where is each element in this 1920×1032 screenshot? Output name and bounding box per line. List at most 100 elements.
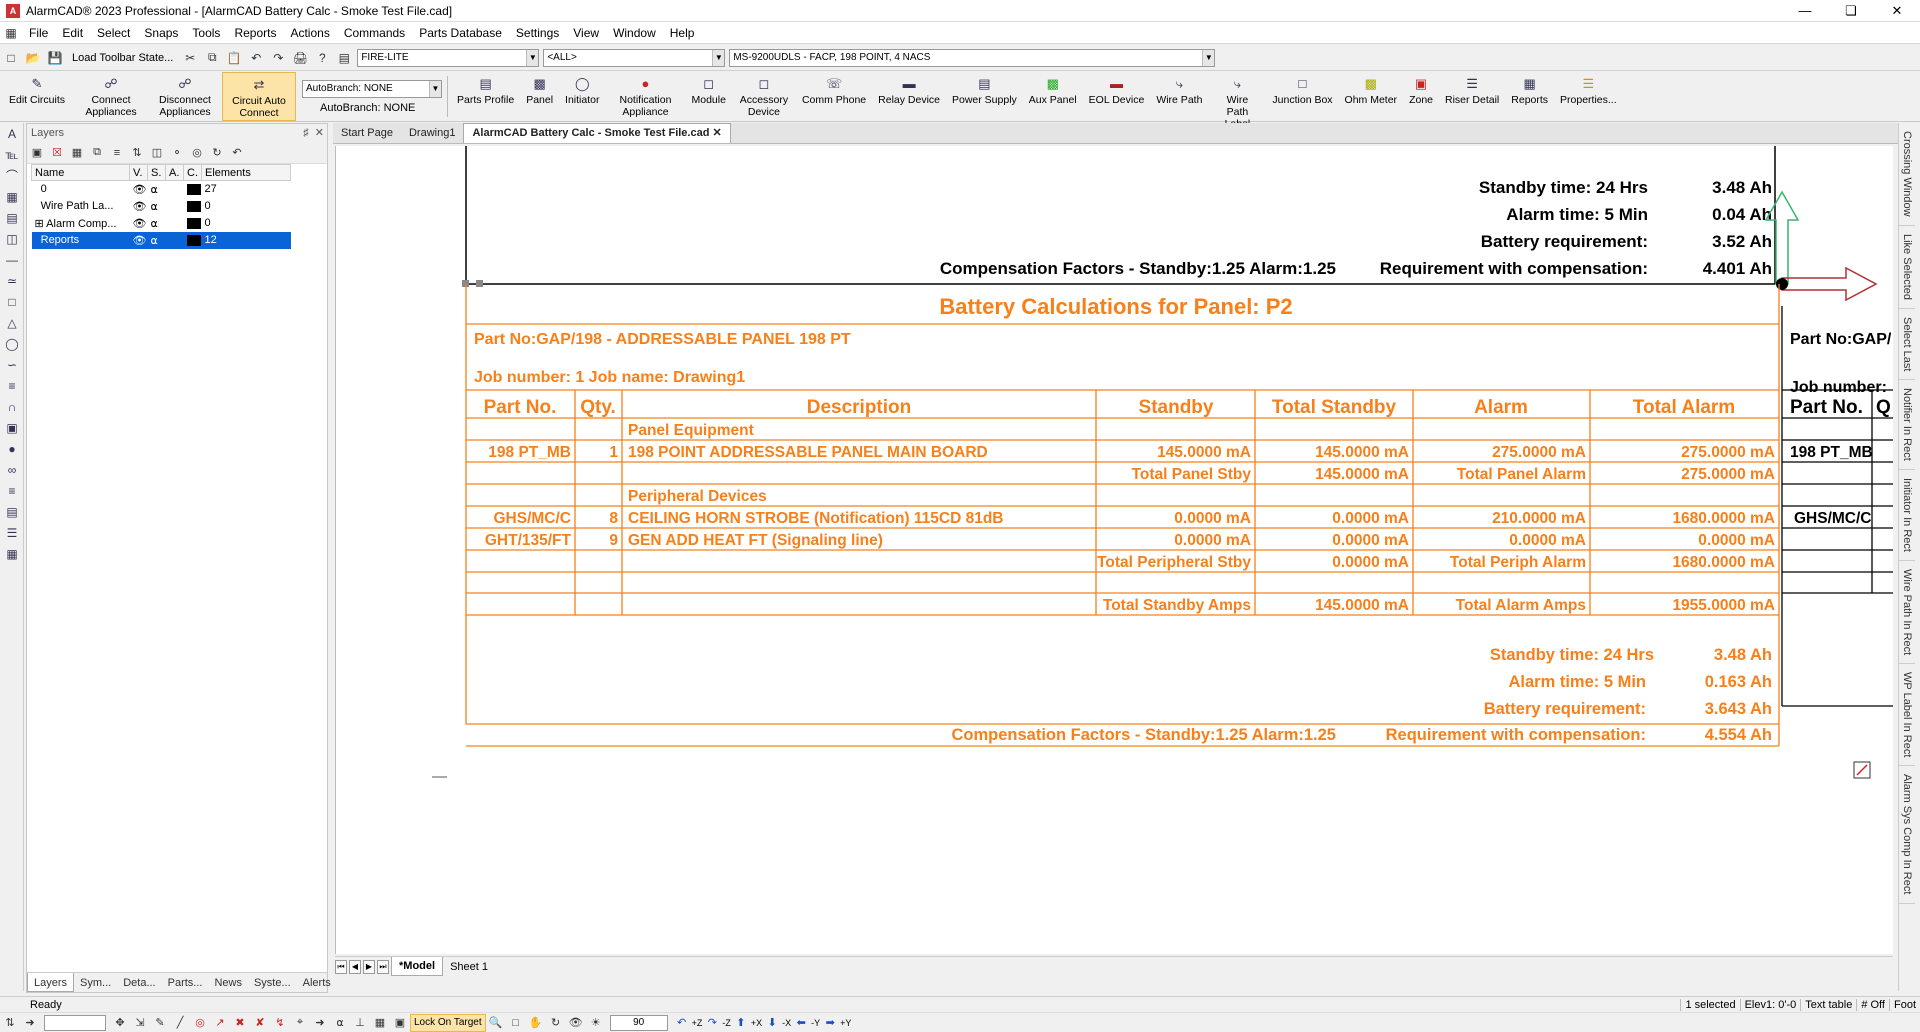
eye-icon[interactable]: 👁 (129, 231, 148, 249)
col-elements[interactable]: Elements (201, 164, 291, 181)
scale-icon[interactable]: ⇲ (132, 1015, 148, 1031)
menu-select[interactable]: Select (90, 26, 137, 40)
headset-icon[interactable]: ⍺ (148, 181, 166, 198)
snap-midpoint-icon[interactable]: ⌖ (292, 1015, 308, 1031)
up-arrow-icon[interactable]: ⬆ (733, 1015, 749, 1031)
arc-tool-icon[interactable]: ⌒ (2, 166, 22, 186)
axis-plus-z[interactable]: +Z (692, 1018, 703, 1028)
new-layer-icon[interactable]: ▣ (29, 145, 45, 161)
ortho-icon[interactable]: ⊥ (352, 1015, 368, 1031)
rectangle-tool-icon[interactable]: □ (2, 292, 22, 312)
tab-news[interactable]: News (208, 973, 248, 992)
expand-icon[interactable]: ⊞ (35, 218, 44, 230)
prev-sheet-icon[interactable]: ◀ (349, 959, 361, 974)
next-sheet-icon[interactable]: ▶ (363, 959, 375, 974)
layer-row-selected[interactable]: Reports 👁 ⍺ 12 (31, 231, 291, 249)
menu-view[interactable]: View (566, 26, 606, 40)
menu-commands[interactable]: Commands (337, 26, 412, 40)
pan-icon[interactable]: ✋ (528, 1015, 544, 1031)
parts-profile-button[interactable]: ▤ Parts Profile (451, 72, 520, 121)
tab-close-icon[interactable]: ✕ (713, 127, 722, 139)
snap-nearest-icon[interactable]: ↗ (212, 1015, 228, 1031)
axis-plus-x[interactable]: +X (751, 1018, 762, 1028)
grip-handle[interactable] (476, 280, 483, 287)
edit-circuits-button[interactable]: ✎ Edit Circuits (0, 72, 74, 121)
copy-icon[interactable]: ⧉ (203, 49, 221, 67)
help-icon[interactable]: ? (313, 49, 331, 67)
menu-actions[interactable]: Actions (283, 26, 336, 40)
snap-endpoint-icon[interactable]: ╱ (172, 1015, 188, 1031)
tab-initiator-in-rect[interactable]: Initiator In Rect (1899, 470, 1915, 561)
initiator-button[interactable]: ◯ Initiator (559, 72, 605, 121)
accessory-device-button[interactable]: ◻ Accessory Device (732, 72, 796, 121)
first-sheet-icon[interactable]: ⏮ (335, 959, 347, 974)
wire-path-label-button[interactable]: ⤷Wire Path Label (1208, 72, 1266, 130)
save-icon[interactable]: 💾 (46, 49, 64, 67)
filter-combo[interactable]: <ALL> ▼ (543, 48, 726, 67)
ohm-meter-button[interactable]: ▩ Ohm Meter (1339, 72, 1404, 121)
zoom-icon[interactable]: 🔍 (488, 1015, 504, 1031)
regen-icon[interactable]: ↻ (548, 1015, 564, 1031)
load-toolbar-state-button[interactable]: Load Toolbar State... (72, 52, 173, 64)
circle-tool-icon[interactable]: ◯ (2, 334, 22, 354)
tab-symbols[interactable]: Sym... (74, 973, 117, 992)
view-icon[interactable]: 👁 (568, 1015, 584, 1031)
spell-check-icon[interactable]: ℡ (2, 145, 22, 165)
block-tool-icon[interactable]: ▣ (2, 418, 22, 438)
tab-drawing1[interactable]: Drawing1 (401, 124, 463, 143)
polygon-tool-icon[interactable]: △ (2, 313, 22, 333)
line-tool-icon[interactable]: ― (2, 250, 22, 270)
tab-start-page[interactable]: Start Page (333, 124, 401, 143)
menu-tools[interactable]: Tools (185, 26, 227, 40)
maximize-button[interactable]: ❏ (1828, 0, 1874, 22)
open-file-icon[interactable]: 📂 (24, 49, 42, 67)
right-arrow-icon[interactable]: ➡ (822, 1015, 838, 1031)
manufacturer-combo[interactable]: FIRE-LITE ▼ (357, 48, 540, 67)
grid-icon[interactable]: ▦ (372, 1015, 388, 1031)
tab-wp-label-in-rect[interactable]: WP Label In Rect (1899, 664, 1915, 767)
connect-appliances-button[interactable]: ☍ Connect Appliances (74, 72, 148, 121)
new-file-icon[interactable]: □ (2, 49, 20, 67)
minimize-button[interactable]: — (1782, 0, 1828, 22)
layer-filter-icon[interactable]: ≡ (109, 145, 125, 161)
rotate-cw-icon[interactable]: ↷ (704, 1015, 720, 1031)
pencil-icon[interactable]: ✎ (152, 1015, 168, 1031)
autobranch-combo[interactable]: AutoBranch: NONE ▼ (302, 79, 442, 98)
tile-icon[interactable]: ▣ (392, 1015, 408, 1031)
wire-path-button[interactable]: ⤷ Wire Path (1150, 72, 1208, 121)
riser-detail-button[interactable]: ☰ Riser Detail (1439, 72, 1505, 121)
tab-crossing-window[interactable]: Crossing Window (1899, 123, 1915, 226)
last-sheet-icon[interactable]: ⏭ (377, 959, 389, 974)
layer-row[interactable]: ⊞ Alarm Comp... 👁 ⍺ 0 (32, 215, 291, 232)
col-name[interactable]: Name (31, 164, 130, 181)
doc-menu-icon[interactable]: ▦ (2, 24, 20, 42)
layer-merge-icon[interactable]: ◫ (149, 145, 165, 161)
headset-icon[interactable]: ⍺ (148, 215, 166, 232)
tab-select-last[interactable]: Select Last (1899, 309, 1915, 381)
tab-parts[interactable]: Parts... (162, 973, 209, 992)
hatch-tool-icon[interactable]: ▤ (2, 208, 22, 228)
status-units[interactable]: Foot (1888, 998, 1920, 1011)
tab-details[interactable]: Deta... (117, 973, 161, 992)
layer-props-icon[interactable]: ▦ (69, 145, 85, 161)
drawing-canvas[interactable]: Standby time: 24 Hrs 3.48 Ah Alarm time:… (335, 146, 1893, 954)
relay-device-button[interactable]: ▬ Relay Device (872, 72, 946, 121)
list-tool-icon[interactable]: ☰ (2, 523, 22, 543)
leader-tool-icon[interactable]: ∩ (2, 397, 22, 417)
tab-active-file[interactable]: AlarmCAD Battery Calc - Smoke Test File.… (463, 123, 731, 143)
rotate-ccw-icon[interactable]: ↶ (674, 1015, 690, 1031)
spline-tool-icon[interactable]: ∽ (2, 355, 22, 375)
delete-layer-icon[interactable]: ☒ (49, 145, 65, 161)
tab-notifier-in-rect[interactable]: Notifier In Rect (1899, 380, 1915, 470)
paste-icon[interactable]: 📋 (225, 49, 243, 67)
tab-system[interactable]: Syste... (248, 973, 297, 992)
menu-file[interactable]: File (22, 26, 55, 40)
status-snap-off[interactable]: # Off (1856, 998, 1889, 1011)
layer-view-icon[interactable]: ◎ (189, 145, 205, 161)
undo-icon[interactable]: ↶ (247, 49, 265, 67)
menu-parts-database[interactable]: Parts Database (412, 26, 509, 40)
layer-lock-icon[interactable]: ⚬ (169, 145, 185, 161)
dimension-tool-icon[interactable]: ≡ (2, 376, 22, 396)
menu-window[interactable]: Window (606, 26, 663, 40)
layer-undo-icon[interactable]: ↶ (229, 145, 245, 161)
